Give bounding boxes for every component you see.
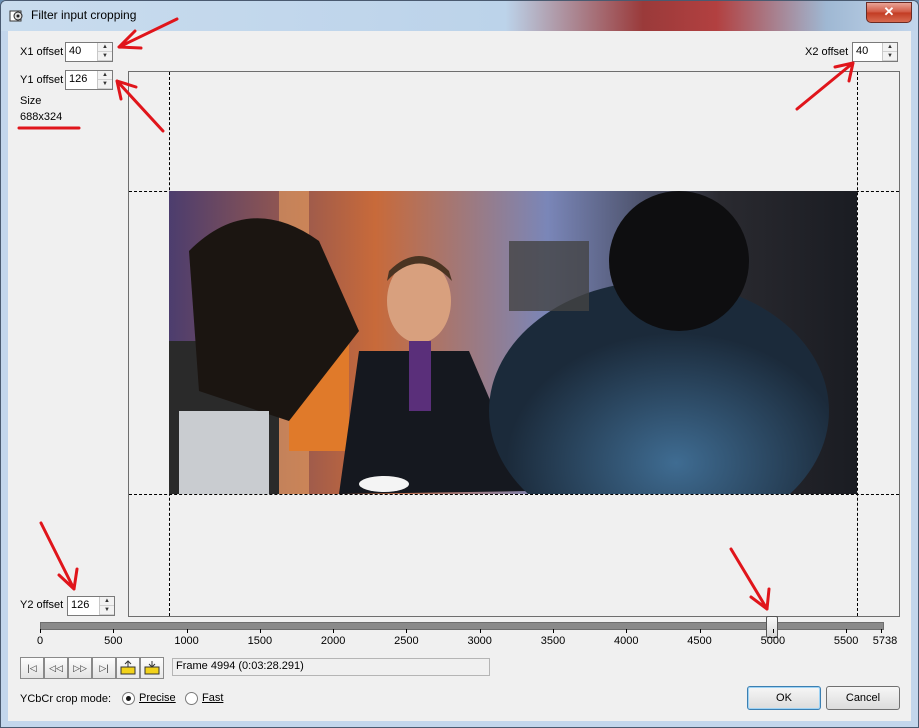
y2-offset-input[interactable] [69, 598, 99, 612]
timeline-tick-label: 4000 [614, 635, 639, 647]
timeline-tick [113, 629, 115, 633]
timeline-tick [772, 629, 774, 633]
x1-down-arrow-icon[interactable]: ▼ [98, 52, 112, 61]
timeline-tick-label: 0 [36, 635, 44, 647]
timeline-tick-label: 2000 [320, 635, 346, 647]
timeline-tick-label: 4500 [687, 635, 712, 647]
fast-radio-label[interactable]: Fast [202, 692, 223, 704]
timeline-ticks: 0 500 1000 1500 2000 2500 3000 3500 4000 4500 5000… [8, 629, 911, 659]
precise-radio-label[interactable]: Precise [139, 692, 176, 704]
timeline-tick-label: 2500 [394, 635, 419, 647]
x2-offset-label: X2 offset [805, 46, 849, 58]
timeline-tick [699, 629, 701, 633]
go-to-end-icon: ▷| [99, 663, 109, 673]
x1-offset-label: X1 offset [20, 46, 64, 58]
video-frame-image [169, 191, 857, 494]
size-value: 688x324 [20, 111, 63, 123]
timeline-tick [479, 629, 481, 633]
y1-up-arrow-icon[interactable]: ▲ [98, 71, 112, 80]
x2-up-arrow-icon[interactable]: ▲ [883, 43, 897, 52]
timeline-tick [626, 629, 628, 633]
timeline-tick [406, 629, 408, 633]
close-button[interactable]: ✕ [866, 2, 912, 23]
y2-down-arrow-icon[interactable]: ▼ [100, 606, 114, 615]
go-to-start-button[interactable]: |◁ [20, 657, 44, 679]
y2-up-arrow-icon[interactable]: ▲ [100, 597, 114, 606]
dialog-body: X1 offset ▲▼ Y1 offset ▲▼ Size 688x324 X… [8, 31, 911, 721]
filter-icon [9, 10, 23, 22]
go-to-start-icon: |◁ [27, 663, 37, 673]
timeline-tick-label: 3500 [540, 635, 566, 647]
timeline-tick-label: 5500 [833, 635, 859, 647]
dialog-window: Filter input cropping ✕ X1 offset ▲▼ Y1 … [0, 0, 919, 728]
fast-radio[interactable] [185, 692, 198, 705]
timeline-tick [333, 629, 335, 633]
timeline-tick [259, 629, 261, 633]
previous-frame-button[interactable]: ◁◁ [44, 657, 68, 679]
y1-offset-label: Y1 offset [20, 74, 64, 86]
timeline-tick-label: 5000 [760, 635, 786, 647]
ok-button[interactable]: OK [747, 686, 821, 710]
y1-offset-spinner[interactable]: ▲▼ [65, 70, 113, 90]
timeline-tick [186, 629, 188, 633]
x2-down-arrow-icon[interactable]: ▼ [883, 52, 897, 61]
next-key-frame-button[interactable] [140, 657, 164, 679]
cancel-button[interactable]: Cancel [826, 686, 900, 710]
x2-offset-spinner[interactable]: ▲▼ [852, 42, 898, 62]
previous-key-frame-button[interactable] [116, 657, 140, 679]
frame-info-field: Frame 4994 (0:03:28.291) [172, 658, 490, 676]
timeline-tick [552, 629, 554, 633]
next-frame-icon: ▷▷ [73, 663, 87, 673]
timeline-tick-label: 1000 [174, 635, 199, 647]
previous-frame-icon: ◁◁ [49, 663, 63, 673]
previous-key-frame-icon [120, 660, 136, 675]
y2-offset-spinner[interactable]: ▲▼ [67, 596, 115, 616]
x1-up-arrow-icon[interactable]: ▲ [98, 43, 112, 52]
precise-radio[interactable] [122, 692, 135, 705]
go-to-end-button[interactable]: ▷| [92, 657, 116, 679]
y1-offset-input[interactable] [67, 72, 97, 86]
timeline-tick-label: 1500 [247, 635, 273, 647]
timeline-tick-label: 500 [104, 635, 123, 647]
y2-offset-label: Y2 offset [20, 599, 64, 611]
ycbcr-crop-mode-label: YCbCr crop mode: [20, 693, 112, 705]
crop-preview[interactable] [128, 71, 900, 617]
title-bar[interactable]: Filter input cropping ✕ [1, 1, 918, 31]
next-key-frame-icon [144, 661, 160, 675]
timeline-tick [40, 629, 41, 633]
x2-offset-input[interactable] [854, 44, 884, 58]
next-frame-button[interactable]: ▷▷ [68, 657, 92, 679]
timeline-tick [846, 629, 848, 633]
window-title: Filter input cropping [31, 8, 137, 22]
y1-down-arrow-icon[interactable]: ▼ [98, 80, 112, 89]
crop-guide-bottom[interactable] [129, 494, 899, 495]
x1-offset-spinner[interactable]: ▲▼ [65, 42, 113, 62]
timeline-tick-label: 3000 [467, 635, 492, 647]
x1-offset-input[interactable] [67, 44, 97, 58]
timeline-tick [881, 629, 882, 633]
crop-guide-right[interactable] [857, 72, 858, 616]
size-label: Size [20, 95, 42, 107]
timeline-tick-label: 5738 [872, 635, 898, 647]
